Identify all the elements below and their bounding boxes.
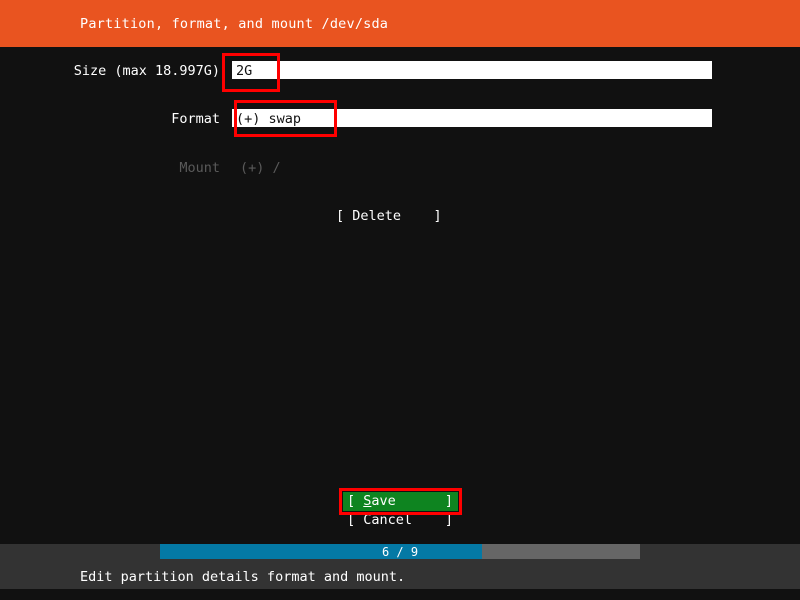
installer-main-panel: Size (max 18.997G) 2G Format (+) swap Mo…: [0, 47, 800, 544]
form-row-format: Format (+) swap: [0, 109, 800, 133]
size-input[interactable]: [232, 61, 712, 79]
footer-bar: 6 / 9 Edit partition details format and …: [0, 544, 800, 589]
mount-select-value: (+) /: [240, 160, 281, 176]
delete-button[interactable]: [ Delete ]: [336, 209, 442, 224]
page-title: Partition, format, and mount /dev/sda: [80, 16, 389, 32]
cancel-button[interactable]: [ Cancel]: [343, 512, 458, 528]
save-bracket-close: ]: [444, 493, 453, 509]
save-label-rest: ave: [371, 493, 396, 509]
cancel-label: [ Cancel: [347, 512, 413, 528]
save-bracket-open: [: [347, 493, 364, 509]
status-text: Edit partition details format and mount.: [80, 569, 406, 585]
cancel-bracket-close: ]: [444, 512, 453, 528]
bottom-filler: [0, 589, 800, 600]
size-label: Size (max 18.997G): [73, 63, 220, 79]
form-row-size: Size (max 18.997G) 2G: [0, 61, 800, 85]
format-select[interactable]: [232, 109, 712, 127]
form-row-mount: Mount (+) /: [0, 158, 800, 182]
mount-label: Mount: [179, 160, 220, 176]
header-bar: Partition, format, and mount /dev/sda: [0, 0, 800, 47]
format-label: Format: [171, 111, 220, 127]
format-select-value: (+) swap: [236, 111, 302, 127]
save-button[interactable]: [ Save]: [343, 492, 458, 511]
size-input-value: 2G: [236, 63, 253, 79]
progress-bar: 6 / 9: [160, 544, 640, 559]
progress-bar-label: 6 / 9: [381, 545, 419, 559]
